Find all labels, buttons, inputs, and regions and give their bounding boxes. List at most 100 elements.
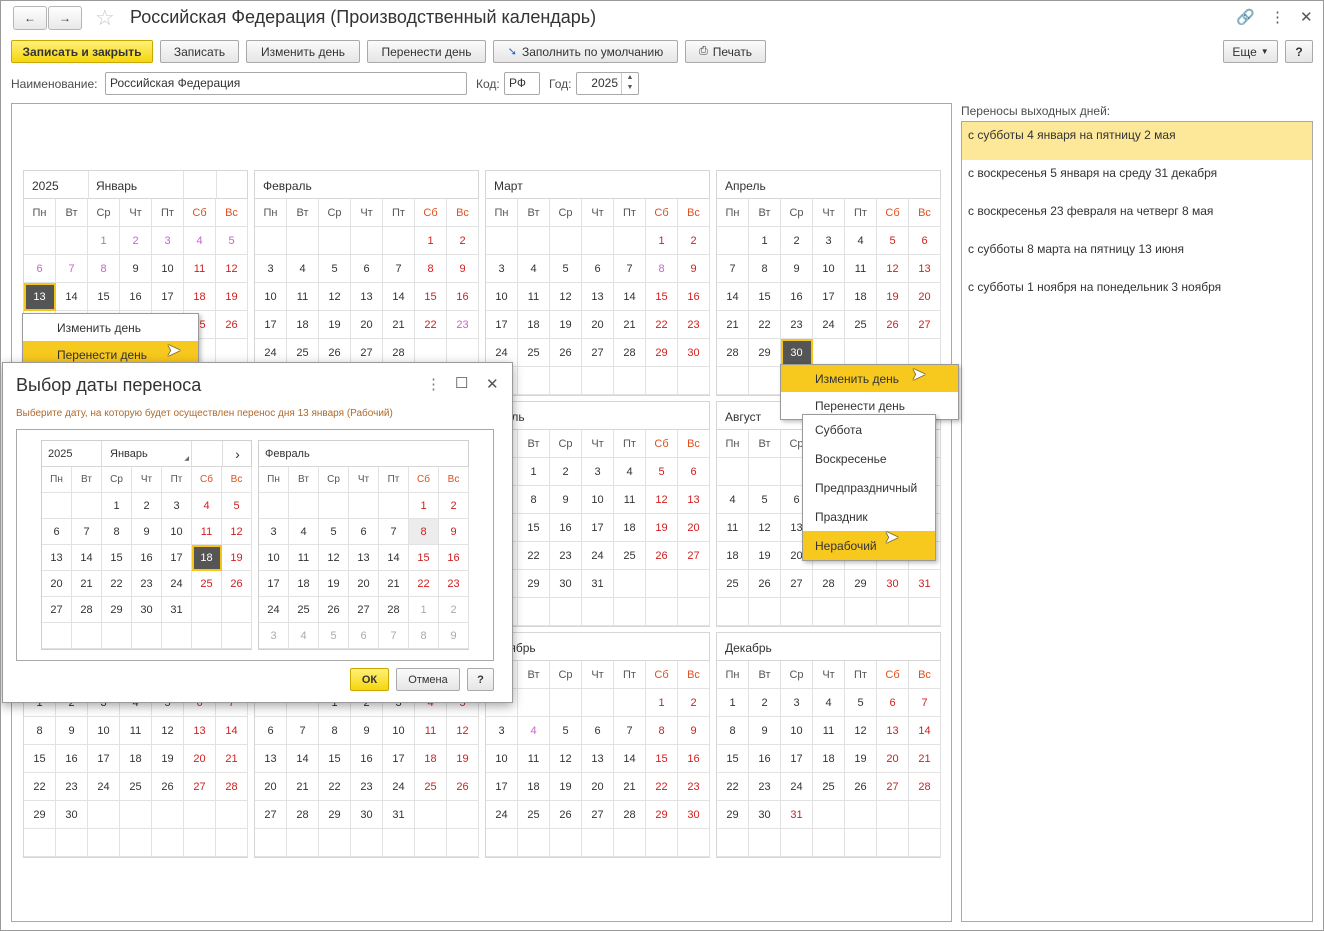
day-cell[interactable]: 16 — [120, 283, 152, 311]
day-cell[interactable]: 23 — [56, 773, 88, 801]
day-cell[interactable]: 19 — [749, 542, 781, 570]
day-cell[interactable]: 2 — [678, 227, 710, 255]
day-cell[interactable]: 27 — [582, 801, 614, 829]
day-cell[interactable]: 7 — [56, 255, 88, 283]
day-cell[interactable]: 17 — [486, 311, 518, 339]
picker-day-cell[interactable]: 5 — [319, 623, 349, 649]
menu-item-non-working[interactable]: Нерабочий — [803, 531, 935, 560]
picker-day-cell[interactable]: 9 — [439, 623, 469, 649]
day-cell[interactable]: 6 — [351, 255, 383, 283]
day-cell[interactable]: 15 — [717, 745, 749, 773]
more-actions-button[interactable]: Еще ▼ — [1223, 40, 1278, 63]
day-cell[interactable]: 26 — [447, 773, 479, 801]
day-cell[interactable]: 18 — [717, 542, 749, 570]
day-cell[interactable]: 18 — [845, 283, 877, 311]
day-cell[interactable] — [717, 458, 749, 486]
back-button[interactable]: ← — [13, 6, 47, 30]
day-cell[interactable]: 9 — [56, 717, 88, 745]
day-cell[interactable] — [518, 227, 550, 255]
day-cell[interactable]: 4 — [717, 486, 749, 514]
day-cell[interactable]: 18 — [518, 773, 550, 801]
day-cell[interactable] — [287, 829, 319, 857]
picker-day-cell[interactable] — [319, 493, 349, 519]
day-cell[interactable]: 21 — [287, 773, 319, 801]
day-cell[interactable] — [319, 829, 351, 857]
transfer-item[interactable]: с субботы 1 ноября на понедельник 3 нояб… — [962, 274, 1312, 312]
day-cell[interactable] — [518, 689, 550, 717]
picker-day-cell[interactable]: 6 — [349, 519, 379, 545]
day-cell[interactable] — [877, 339, 909, 367]
day-cell[interactable]: 1 — [717, 689, 749, 717]
name-input[interactable]: Российская Федерация — [105, 72, 467, 95]
day-cell[interactable]: 21 — [717, 311, 749, 339]
picker-day-cell[interactable]: 8 — [409, 623, 439, 649]
day-cell[interactable]: 12 — [877, 255, 909, 283]
day-cell[interactable]: 3 — [781, 689, 813, 717]
day-cell[interactable] — [813, 339, 845, 367]
more-menu-icon[interactable]: ⋮ — [1270, 8, 1285, 26]
day-cell[interactable]: 13 — [184, 717, 216, 745]
day-cell[interactable]: 11 — [813, 717, 845, 745]
day-cell[interactable]: 7 — [287, 717, 319, 745]
day-cell[interactable]: 10 — [152, 255, 184, 283]
day-cell[interactable]: 17 — [88, 745, 120, 773]
day-cell[interactable]: 20 — [909, 283, 941, 311]
day-cell[interactable]: 5 — [319, 255, 351, 283]
day-cell[interactable]: 8 — [646, 255, 678, 283]
day-cell[interactable]: 10 — [813, 255, 845, 283]
day-cell[interactable]: 27 — [909, 311, 941, 339]
day-cell[interactable]: 14 — [614, 283, 646, 311]
picker-day-cell[interactable] — [42, 493, 72, 519]
day-cell[interactable]: 6 — [678, 458, 710, 486]
picker-day-cell[interactable]: 15 — [409, 545, 439, 571]
picker-day-cell[interactable]: 13 — [349, 545, 379, 571]
day-cell[interactable]: 13 — [24, 283, 56, 311]
day-cell[interactable] — [550, 598, 582, 626]
picker-day-cell[interactable]: 10 — [259, 545, 289, 571]
picker-day-cell[interactable]: 6 — [42, 519, 72, 545]
transfer-item[interactable]: с воскресенья 5 января на среду 31 декаб… — [962, 160, 1312, 198]
day-cell[interactable] — [582, 367, 614, 395]
day-cell[interactable]: 5 — [550, 717, 582, 745]
day-cell[interactable]: 7 — [614, 717, 646, 745]
picker-day-cell[interactable]: 5 — [319, 519, 349, 545]
picker-day-cell[interactable]: 30 — [132, 597, 162, 623]
day-cell[interactable]: 19 — [845, 745, 877, 773]
day-cell[interactable] — [877, 829, 909, 857]
day-cell[interactable] — [24, 829, 56, 857]
picker-day-cell[interactable] — [132, 623, 162, 649]
day-cell[interactable] — [845, 829, 877, 857]
picker-day-cell[interactable]: 15 — [102, 545, 132, 571]
day-cell[interactable]: 28 — [287, 801, 319, 829]
day-cell[interactable]: 28 — [216, 773, 248, 801]
day-cell[interactable]: 19 — [877, 283, 909, 311]
picker-day-cell[interactable]: 26 — [319, 597, 349, 623]
picker-day-cell[interactable]: 10 — [162, 519, 192, 545]
day-cell[interactable]: 29 — [646, 801, 678, 829]
day-cell[interactable]: 12 — [152, 717, 184, 745]
day-cell[interactable]: 11 — [845, 255, 877, 283]
day-cell[interactable]: 6 — [582, 255, 614, 283]
picker-day-cell[interactable]: 2 — [439, 493, 469, 519]
day-cell[interactable]: 23 — [351, 773, 383, 801]
day-cell[interactable]: 23 — [447, 311, 479, 339]
picker-day-cell[interactable]: 16 — [439, 545, 469, 571]
day-cell[interactable] — [909, 829, 941, 857]
day-cell[interactable] — [678, 598, 710, 626]
day-cell[interactable]: 8 — [518, 486, 550, 514]
day-cell[interactable] — [255, 227, 287, 255]
day-cell[interactable]: 16 — [56, 745, 88, 773]
day-cell[interactable] — [383, 829, 415, 857]
move-day-button[interactable]: Перенести день — [367, 40, 486, 63]
day-cell[interactable]: 9 — [781, 255, 813, 283]
day-cell[interactable]: 13 — [582, 283, 614, 311]
day-cell[interactable] — [255, 829, 287, 857]
day-cell[interactable]: 24 — [88, 773, 120, 801]
picker-day-cell[interactable]: 27 — [42, 597, 72, 623]
day-cell[interactable] — [909, 801, 941, 829]
day-cell[interactable]: 19 — [152, 745, 184, 773]
picker-day-cell[interactable]: 3 — [162, 493, 192, 519]
day-cell[interactable]: 22 — [646, 773, 678, 801]
dialog-more-icon[interactable]: ⋮ — [426, 375, 441, 393]
day-cell[interactable] — [813, 598, 845, 626]
